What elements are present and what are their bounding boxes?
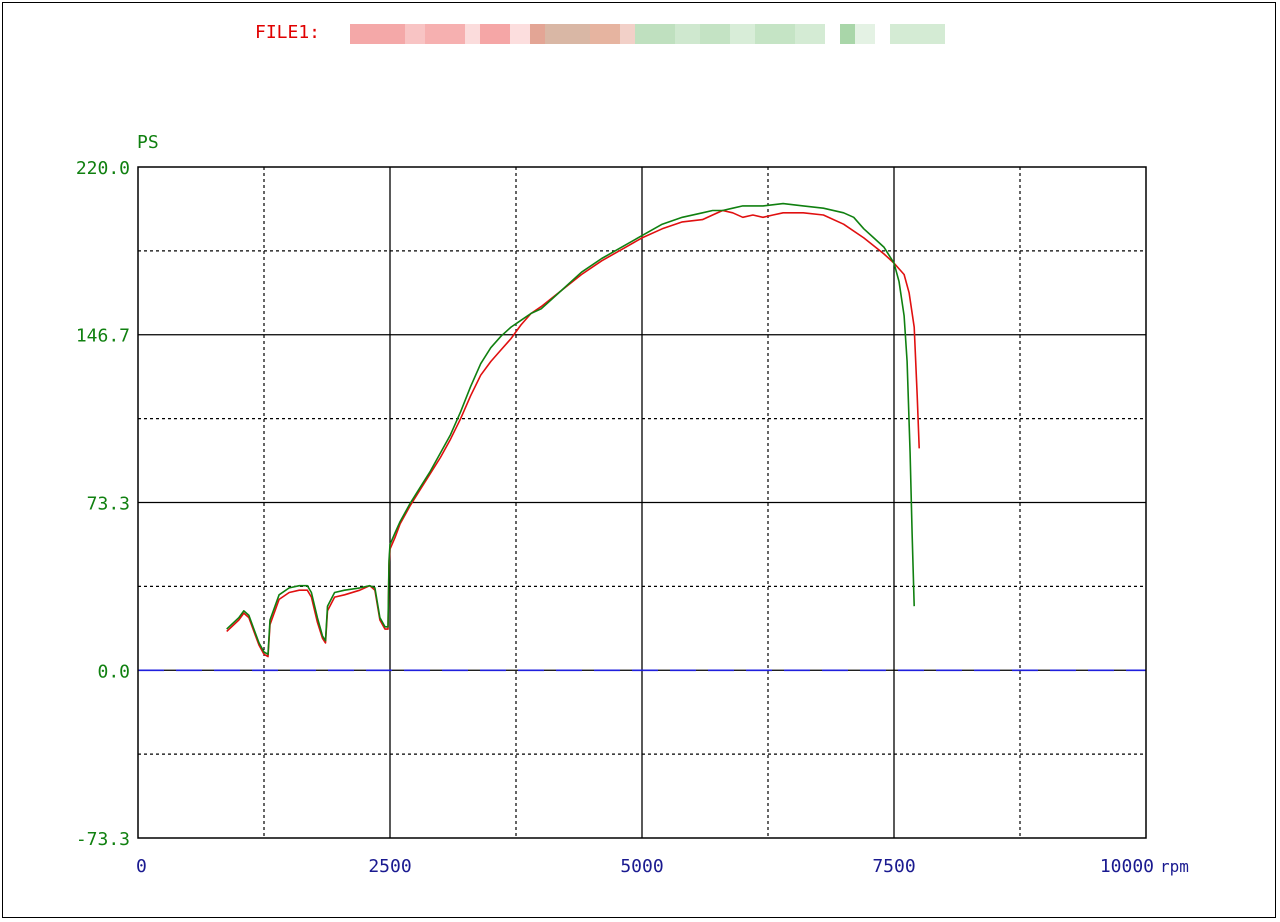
x-tick-label: 7500: [872, 856, 915, 877]
series-group: [226, 202, 920, 658]
y-tick-label: 220.0: [76, 158, 130, 179]
x-tick-label: 2500: [368, 856, 411, 877]
x-tick-label: 0: [136, 856, 147, 877]
y-axis-unit-label: PS: [137, 132, 159, 153]
y-tick-label: 0.0: [97, 661, 130, 682]
y-axis-ticks: 220.0 146.7 73.3 0.0 -73.3: [76, 158, 130, 850]
x-axis-ticks: 0 2500 5000 7500 10000: [136, 856, 1154, 877]
x-tick-label: 5000: [620, 856, 663, 877]
grid: [138, 167, 1146, 838]
x-axis-unit-label: rpm: [1160, 857, 1189, 876]
power-chart: 220.0 146.7 73.3 0.0 -73.3 0 2500 5000 7500 1000…: [76, 132, 1189, 877]
series-line-1: [226, 209, 920, 658]
y-tick-label: -73.3: [76, 829, 130, 850]
x-tick-label: 10000: [1100, 856, 1154, 877]
y-tick-label: 73.3: [87, 494, 130, 515]
y-tick-label: 146.7: [76, 326, 130, 347]
